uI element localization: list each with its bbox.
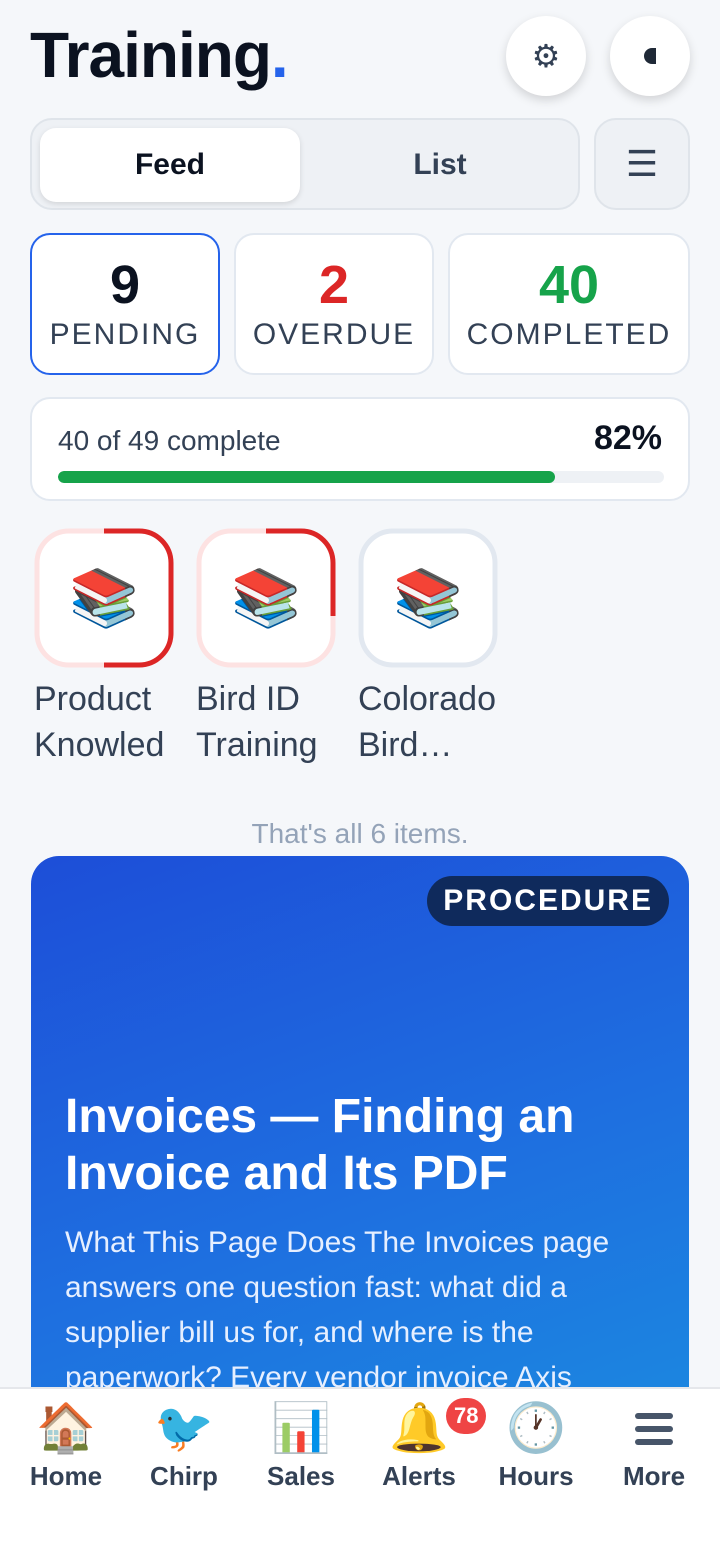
- page-title: Training.: [30, 18, 289, 92]
- tab-chirp[interactable]: 🐦 Chirp: [125, 1401, 243, 1492]
- progress-track: [58, 471, 664, 483]
- card-body: What This Page Does The Invoices page an…: [65, 1226, 610, 1394]
- books-icon: 📚: [393, 566, 463, 629]
- story-label: Colorado Bird…: [358, 676, 498, 768]
- hamburger-icon: ☰: [625, 143, 659, 184]
- page-title-text: Training: [30, 19, 272, 91]
- category-badge: PROCEDURE: [427, 876, 669, 926]
- half-moon-icon: [644, 48, 656, 64]
- progress-percent: 82%: [593, 419, 662, 457]
- stat-pending-label: PENDING: [49, 318, 201, 351]
- tab-feed[interactable]: Feed: [40, 128, 300, 202]
- story-ring: 📚: [34, 528, 174, 668]
- story-label: Bird ID Training: [196, 676, 336, 768]
- filter-menu-button[interactable]: ☰: [594, 118, 690, 210]
- menu-icon: [595, 1401, 713, 1457]
- tab-more[interactable]: More: [595, 1401, 713, 1492]
- story-label: Product Knowled: [34, 676, 174, 768]
- story-label-line: Knowled: [34, 726, 165, 764]
- theme-toggle-button[interactable]: [610, 16, 690, 96]
- story-item[interactable]: 📚 Bird ID Training: [196, 528, 338, 768]
- stat-completed-card[interactable]: 40 COMPLETED: [448, 233, 690, 375]
- story-ring: 📚: [358, 528, 498, 668]
- tab-list[interactable]: List: [310, 128, 570, 202]
- tab-hours[interactable]: 🕐 Hours: [477, 1401, 595, 1492]
- story-label-line: Bird ID: [196, 680, 300, 718]
- tab-sales[interactable]: 📊 Sales: [242, 1401, 360, 1492]
- stat-overdue-card[interactable]: 2 OVERDUE: [234, 233, 434, 375]
- clock-icon: 🕐: [506, 1402, 566, 1455]
- tab-label: Hours: [498, 1461, 574, 1491]
- progress-text: 40 of 49 complete: [58, 425, 281, 456]
- home-icon: 🏠: [36, 1402, 96, 1455]
- stat-overdue-label: OVERDUE: [252, 318, 416, 351]
- story-label-line: Bird…: [358, 726, 453, 764]
- progress-fill: [58, 471, 555, 483]
- tab-label: Home: [29, 1461, 103, 1491]
- tab-label: Sales: [267, 1461, 335, 1491]
- tab-label: Alerts: [382, 1461, 456, 1491]
- bottom-tab-bar: 🏠 Home 🐦 Chirp 📊 Sales 🔔 Alerts 🕐 Hours …: [0, 1387, 720, 1558]
- stat-overdue-value: 2: [318, 255, 350, 315]
- books-icon: 📚: [69, 566, 139, 629]
- story-label-line: Colorado: [358, 680, 496, 718]
- progress-card: 40 of 49 complete 82%: [30, 397, 690, 501]
- story-ring: 📚: [196, 528, 336, 668]
- alerts-count-badge: 78: [446, 1398, 487, 1434]
- stat-pending-value: 9: [109, 255, 141, 315]
- header: Training. ⚙: [0, 0, 720, 110]
- tab-label: Chirp: [150, 1461, 218, 1491]
- story-label-line: Product: [34, 680, 152, 718]
- tab-label: More: [622, 1461, 686, 1491]
- feed-end-note: That's all 6 items.: [251, 818, 469, 849]
- story-item[interactable]: 📚 Product Knowled: [34, 528, 176, 768]
- view-toggle: Feed List: [30, 118, 580, 210]
- tab-home[interactable]: 🏠 Home: [7, 1401, 125, 1492]
- gear-icon: ⚙: [531, 38, 561, 74]
- page-title-dot: .: [270, 19, 289, 91]
- story-label-line: Training: [196, 726, 318, 764]
- books-icon: 📚: [231, 566, 301, 629]
- story-item[interactable]: 📚 Colorado Bird…: [358, 528, 500, 768]
- feed-card[interactable]: PROCEDURE Invoices — Finding an Invoice …: [31, 856, 689, 1456]
- bird-icon: 🐦: [154, 1402, 214, 1455]
- bar-chart-icon: 📊: [271, 1402, 331, 1455]
- stat-completed-value: 40: [538, 255, 600, 315]
- stat-pending-card[interactable]: 9 PENDING: [30, 233, 220, 375]
- settings-button[interactable]: ⚙: [506, 16, 586, 96]
- stat-completed-label: COMPLETED: [466, 318, 672, 351]
- card-title: Invoices — Finding an Invoice and Its PD…: [65, 1090, 575, 1200]
